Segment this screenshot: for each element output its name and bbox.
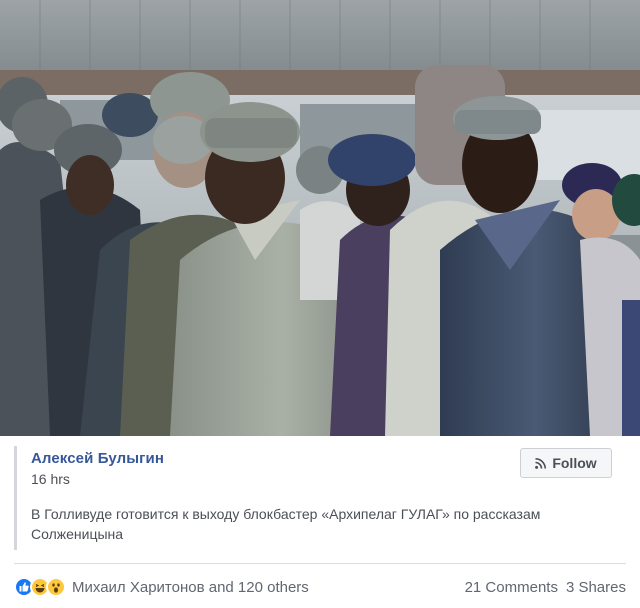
follow-label: Follow	[552, 455, 597, 471]
post-text: В Голливуде готовится к выходу блокбасте…	[31, 506, 541, 542]
engagement-counts: 21 Comments 3 Shares	[465, 579, 626, 596]
wow-icon	[46, 577, 66, 597]
follow-button[interactable]: Follow	[520, 448, 612, 478]
shared-post: Алексей Булыгин 16 hrs Follow В Голливуд…	[14, 436, 626, 554]
photo-illustration	[0, 0, 640, 436]
author-name[interactable]: Алексей Булыгин	[31, 450, 164, 467]
post-time[interactable]: 16 hrs	[31, 471, 70, 487]
shares-count[interactable]: 3 Shares	[566, 579, 626, 596]
reactors-text[interactable]: Михаил Харитонов and 120 others	[72, 579, 309, 596]
facebook-post: Алексей Булыгин 16 hrs Follow В Голливуд…	[0, 0, 640, 608]
post-footer: Михаил Харитонов and 120 others 21 Comme…	[14, 570, 626, 604]
reaction-icons[interactable]	[14, 577, 66, 597]
comments-count[interactable]: 21 Comments	[465, 579, 558, 596]
post-photo[interactable]	[0, 0, 640, 436]
rss-icon	[535, 457, 547, 469]
footer-divider	[14, 563, 626, 564]
quote-bar	[14, 446, 17, 550]
